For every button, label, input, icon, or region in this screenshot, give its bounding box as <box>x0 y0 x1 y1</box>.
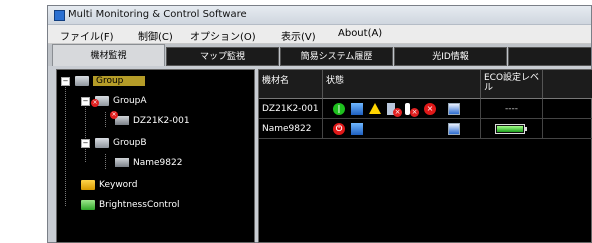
folder-icon <box>95 137 109 148</box>
folder-icon <box>81 179 95 190</box>
device-grid[interactable]: 機材名 状態 ECO設定レベル DZ21K2-001 | × × × ---- … <box>258 69 592 243</box>
error-icon: × <box>424 103 436 115</box>
menu-file[interactable]: ファイル(F) <box>60 28 114 43</box>
window-title: Multi Monitoring & Control Software <box>68 9 247 20</box>
folder-icon <box>81 199 95 210</box>
collapse-icon[interactable]: − <box>81 139 90 148</box>
app-icon <box>54 10 65 21</box>
error-icon: × <box>393 108 402 117</box>
tree-node-label: DZ21K2-001 <box>133 116 190 126</box>
monitor-icon <box>448 103 460 115</box>
device-name-cell: DZ21K2-001 <box>259 99 323 119</box>
monitor-icon <box>115 158 129 167</box>
tab-light-id[interactable]: 光ID情報 <box>394 47 507 66</box>
eco-level-cell: ---- <box>481 99 543 119</box>
battery-icon <box>495 124 527 134</box>
tree-line <box>85 98 86 162</box>
menu-about[interactable]: About(A) <box>338 28 382 39</box>
menu-options[interactable]: オプション(O) <box>190 28 256 43</box>
tree-node-label: Group <box>93 76 146 86</box>
column-header-status[interactable]: 状態 <box>323 70 481 99</box>
tree-node-label: GroupA <box>113 96 147 106</box>
tree-node-label: BrightnessControl <box>99 200 180 210</box>
column-header-eco-level[interactable]: ECO設定レベル <box>481 70 543 99</box>
battery-cap <box>525 127 527 131</box>
tree-node-label: Keyword <box>99 180 138 190</box>
collapse-icon[interactable]: − <box>81 97 90 106</box>
tree-line <box>65 84 66 206</box>
tree-line <box>105 112 106 127</box>
monitor-icon: × <box>110 111 129 125</box>
column-header-next[interactable] <box>543 70 592 99</box>
menu-bar: ファイル(F) 制御(C) オプション(O) 表示(V) About(A) <box>48 25 591 44</box>
menu-view[interactable]: 表示(V) <box>281 28 316 43</box>
title-bar: Multi Monitoring & Control Software <box>48 6 591 25</box>
error-icon: × <box>110 111 118 119</box>
column-header-device-name[interactable]: 機材名 <box>259 70 323 99</box>
power-on-icon: | <box>333 103 345 115</box>
device-tree[interactable]: − Group − × GroupA × DZ21K2-001 − GroupB N… <box>56 69 255 243</box>
status-cell: | × × × <box>323 99 481 119</box>
tree-node-label: Name9822 <box>133 158 183 168</box>
tab-map-monitoring[interactable]: マップ監視 <box>166 47 279 66</box>
table-row[interactable]: DZ21K2-001 | × × × ---- <box>259 99 592 119</box>
warning-icon <box>369 103 381 114</box>
tab-device-monitoring[interactable]: 機材監視 <box>52 44 165 66</box>
tree-line <box>105 154 106 169</box>
extra-cell <box>543 119 592 139</box>
tab-overflow <box>508 47 591 66</box>
eco-level-cell <box>481 119 543 139</box>
tree-node-label: GroupB <box>113 138 147 148</box>
error-icon: × <box>410 108 419 117</box>
table-row[interactable]: Name9822 ⏻ <box>259 119 592 139</box>
tree-node-name9822[interactable]: Name9822 <box>115 156 182 170</box>
device-name-cell: Name9822 <box>259 119 323 139</box>
monitor-icon <box>448 123 460 135</box>
tree-node-keyword[interactable]: Keyword <box>81 178 137 192</box>
tree-node-dz21k2-001[interactable]: × DZ21K2-001 <box>110 111 190 128</box>
power-off-icon: ⏻ <box>333 123 345 135</box>
network-icon <box>351 103 363 115</box>
collapse-icon[interactable]: − <box>61 77 70 86</box>
error-icon: × <box>91 98 99 107</box>
folder-icon: × <box>91 95 109 107</box>
folder-icon <box>75 75 89 86</box>
tab-system-history[interactable]: 簡易システム履歴 <box>280 47 393 66</box>
tree-node-brightnesscontrol[interactable]: BrightnessControl <box>81 198 179 212</box>
menu-control[interactable]: 制御(C) <box>138 28 173 43</box>
tab-bar: 機材監視 マップ監視 簡易システム履歴 光ID情報 <box>48 44 591 66</box>
status-cell: ⏻ <box>323 119 481 139</box>
network-icon <box>351 123 363 135</box>
extra-cell <box>543 99 592 119</box>
battery-fill <box>497 126 523 132</box>
